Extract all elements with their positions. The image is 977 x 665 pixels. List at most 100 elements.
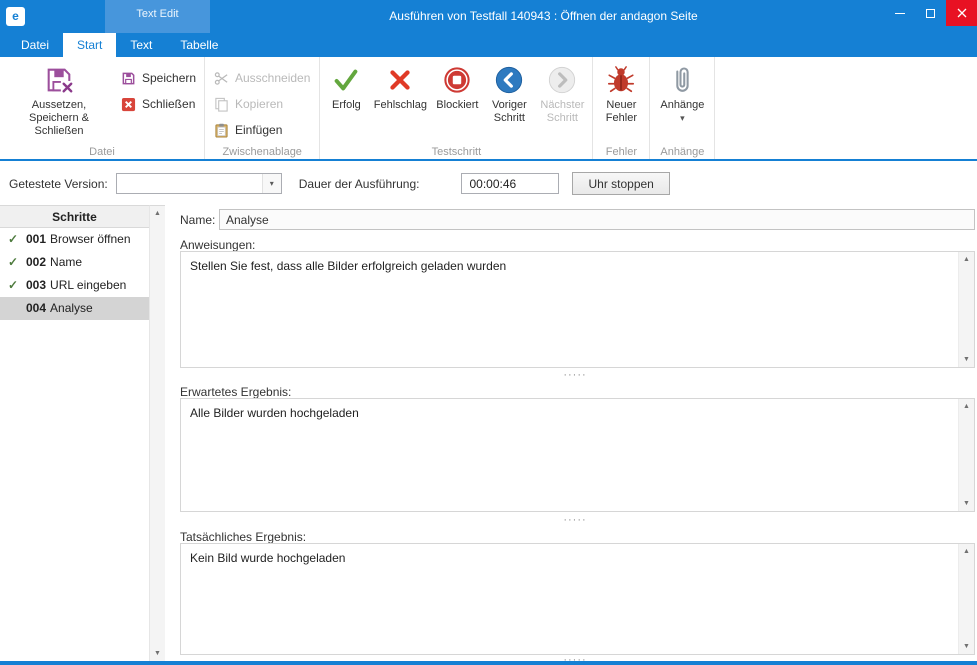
ribbon: Aussetzen, Speichern & Schließen Speiche…: [0, 57, 977, 161]
step-label: URL eingeben: [50, 278, 126, 292]
version-combobox[interactable]: ▾: [116, 173, 282, 194]
ribbon-group-anhaenge: Anhänge ▾ Anhänge: [650, 57, 715, 159]
tatsaechliches-scrollbar[interactable]: ▲ ▼: [958, 544, 974, 654]
erwartetes-textarea[interactable]: Alle Bilder wurden hochgeladen: [181, 399, 958, 511]
step-number: 001: [26, 232, 46, 246]
button-label: Schließen: [142, 97, 195, 111]
blockiert-button[interactable]: Blockiert: [431, 59, 483, 145]
success-check-icon: [331, 64, 361, 96]
stop-clock-button[interactable]: Uhr stoppen: [572, 172, 669, 195]
blocked-stop-icon: [442, 64, 472, 96]
anweisungen-box: Stellen Sie fest, dass alle Bilder erfol…: [180, 251, 975, 368]
close-button[interactable]: [946, 0, 977, 26]
anweisungen-scrollbar[interactable]: ▲ ▼: [958, 252, 974, 367]
scroll-up-icon[interactable]: ▲: [959, 399, 974, 414]
fehlschlag-button[interactable]: Fehlschlag: [369, 59, 431, 145]
aussetzen-speichern-schliessen-button[interactable]: Aussetzen, Speichern & Schließen: [3, 59, 115, 145]
anweisungen-label: Anweisungen:: [180, 238, 255, 252]
step-label: Analyse: [50, 301, 93, 315]
close-red-icon: [121, 97, 136, 112]
step-item-004[interactable]: 004 Analyse: [0, 297, 149, 320]
anhaenge-button[interactable]: Anhänge ▾: [653, 59, 711, 145]
scroll-up-icon[interactable]: ▲: [959, 544, 974, 559]
einfuegen-button[interactable]: Einfügen: [208, 117, 316, 143]
group-label: Anhänge: [650, 146, 714, 158]
ribbon-group-datei: Aussetzen, Speichern & Schließen Speiche…: [0, 57, 205, 159]
splitter-handle[interactable]: ·····: [175, 517, 975, 526]
app-icon[interactable]: e: [6, 7, 25, 26]
ausschneiden-button[interactable]: Ausschneiden: [208, 65, 316, 91]
version-label: Getestete Version:: [9, 177, 108, 191]
ribbon-spacer: [715, 57, 977, 159]
name-input[interactable]: [219, 209, 975, 230]
scroll-down-icon[interactable]: ▼: [150, 646, 165, 661]
button-label: Neuer Fehler: [599, 99, 643, 125]
scroll-up-icon[interactable]: ▲: [959, 252, 974, 267]
scroll-down-icon[interactable]: ▼: [959, 496, 974, 511]
ribbon-group-zwischenablage: Ausschneiden Kopieren Einfügen Zwischena…: [205, 57, 320, 159]
group-label: Fehler: [593, 146, 649, 158]
kopieren-button[interactable]: Kopieren: [208, 91, 316, 117]
step-item-001[interactable]: ✓ 001Browser öffnen: [0, 228, 149, 251]
copy-icon: [214, 97, 229, 112]
step-number: 002: [26, 255, 46, 269]
minimize-button[interactable]: [884, 0, 915, 26]
button-label: Aussetzen, Speichern & Schließen: [6, 99, 112, 138]
group-label: Datei: [0, 146, 204, 158]
splitter-handle[interactable]: ·····: [175, 372, 975, 381]
erwartetes-label: Erwartetes Ergebnis:: [180, 385, 291, 399]
steps-header: Schritte: [0, 206, 149, 228]
app-window: Text Edit e Ausführen von Testfall 14094…: [0, 0, 977, 665]
version-value: [117, 174, 262, 193]
schliessen-button[interactable]: Schließen: [115, 91, 201, 117]
button-label: Ausschneiden: [235, 71, 310, 85]
neuer-fehler-button[interactable]: Neuer Fehler: [596, 59, 646, 145]
step-item-003[interactable]: ✓ 003 URL eingeben: [0, 274, 149, 297]
naechster-schritt-button[interactable]: Nächster Schritt: [535, 59, 589, 145]
group-label: Zwischenablage: [205, 146, 319, 158]
tab-tabelle[interactable]: Tabelle: [166, 33, 232, 57]
erfolg-button[interactable]: Erfolg: [323, 59, 369, 145]
step-number: 004: [26, 301, 46, 315]
speichern-button[interactable]: Speichern: [115, 65, 201, 91]
check-icon: ✓: [8, 228, 18, 251]
duration-label: Dauer der Ausführung:: [299, 177, 420, 191]
titlebar: Text Edit e Ausführen von Testfall 14094…: [0, 0, 977, 33]
scroll-down-icon[interactable]: ▼: [959, 639, 974, 654]
combo-dropdown-icon[interactable]: ▾: [262, 174, 281, 193]
ribbon-group-testschritt: Erfolg Fehlschlag Blockiert: [320, 57, 593, 159]
contextual-tab-header: Text Edit: [105, 0, 210, 33]
tab-datei[interactable]: Datei: [7, 33, 63, 57]
paperclip-icon: [669, 64, 695, 96]
step-number: 003: [26, 278, 46, 292]
anweisungen-textarea[interactable]: Stellen Sie fest, dass alle Bilder erfol…: [181, 252, 958, 367]
step-item-002[interactable]: ✓ 002Name: [0, 251, 149, 274]
voriger-schritt-button[interactable]: Voriger Schritt: [483, 59, 535, 145]
button-label: Einfügen: [235, 123, 282, 137]
maximize-button[interactable]: [915, 0, 946, 26]
step-label: Name: [50, 255, 82, 269]
tab-start[interactable]: Start: [63, 33, 116, 57]
check-icon: ✓: [8, 274, 18, 297]
window-bottom-border: [0, 661, 977, 665]
name-label: Name:: [180, 213, 219, 227]
erwartetes-scrollbar[interactable]: ▲ ▼: [958, 399, 974, 511]
save-suspend-icon: [44, 64, 74, 96]
steps-scrollbar[interactable]: ▲ ▼: [149, 205, 165, 661]
step-detail-form: Name: Anweisungen: Stellen Sie fest, das…: [175, 205, 975, 661]
tatsaechliches-textarea[interactable]: Kein Bild wurde hochgeladen: [181, 544, 958, 654]
fail-x-icon: [385, 64, 415, 96]
button-label: Erfolg: [332, 99, 361, 112]
scroll-down-icon[interactable]: ▼: [959, 352, 974, 367]
window-controls: [884, 0, 977, 26]
scroll-up-icon[interactable]: ▲: [150, 206, 165, 221]
tab-text[interactable]: Text: [116, 33, 166, 57]
button-label: Kopieren: [235, 97, 283, 111]
group-label: Testschritt: [320, 146, 592, 158]
button-label: Blockiert: [436, 99, 478, 112]
button-label: Fehlschlag: [374, 99, 427, 112]
tatsaechliches-box: Kein Bild wurde hochgeladen ▲ ▼: [180, 543, 975, 655]
erwartetes-box: Alle Bilder wurden hochgeladen ▲ ▼: [180, 398, 975, 512]
duration-input[interactable]: [461, 173, 559, 194]
scissors-icon: [214, 71, 229, 86]
